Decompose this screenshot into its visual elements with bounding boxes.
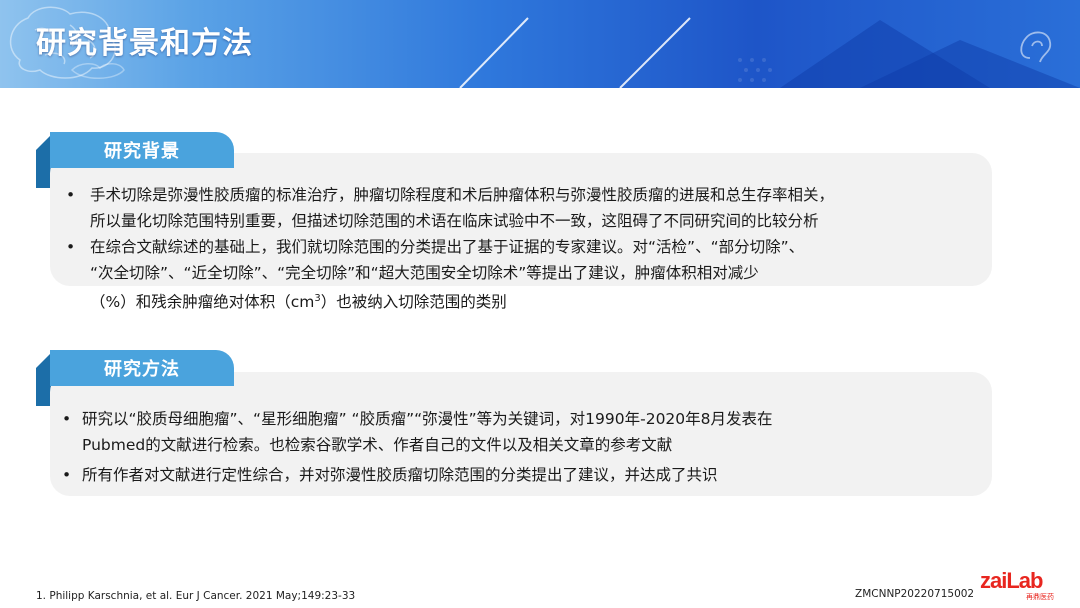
list-item: • 手术切除是弥漫性胶质瘤的标准治疗，肿瘤切除程度和术后肿瘤体积与弥漫性胶质瘤的… xyxy=(62,182,962,234)
section-tab-background: 研究背景 xyxy=(50,132,234,168)
bullet-marker: • xyxy=(62,466,72,484)
bullet-line: 手术切除是弥漫性胶质瘤的标准治疗，肿瘤切除程度和术后肿瘤体积与弥漫性胶质瘤的进展… xyxy=(90,186,835,204)
header-banner: 研究背景和方法 xyxy=(0,0,1080,88)
logo-text: zaiLab xyxy=(980,568,1043,593)
bullet-line: 所有作者对文献进行定性综合，并对弥漫性胶质瘤切除范围的分类提出了建议，并达成了共… xyxy=(82,466,718,484)
logo-subtext: 再鼎医药 xyxy=(1026,593,1054,601)
bullet-line: （%）和残余肿瘤绝对体积（cm xyxy=(90,293,315,312)
document-code: ZMCNNP20220715002 xyxy=(855,588,975,600)
bullet-marker: • xyxy=(66,186,76,204)
list-item: • 所有作者对文献进行定性综合，并对弥漫性胶质瘤切除范围的分类提出了建议，并达成… xyxy=(58,462,968,488)
bullet-line: 在综合文献综述的基础上，我们就切除范围的分类提出了基于证据的专家建议。对“活检”… xyxy=(90,238,805,256)
banner-streaks xyxy=(459,17,691,88)
bullet-line: 所以量化切除范围特别重要，但描述切除范围的术语在临床试验中不一致，这阻碍了不同研… xyxy=(90,212,819,230)
background-bullet-list: • 手术切除是弥漫性胶质瘤的标准治疗，肿瘤切除程度和术后肿瘤体积与弥漫性胶质瘤的… xyxy=(62,182,962,315)
bullet-marker: • xyxy=(66,238,76,256)
section-tab-methods: 研究方法 xyxy=(50,350,234,386)
methods-bullet-list: • 研究以“胶质母细胞瘤”、“星形细胞瘤” “胶质瘤”“弥漫性”等为关键词，对1… xyxy=(58,406,968,492)
bullet-line: Pubmed的文献进行检索。也检索谷歌学术、作者自己的文件以及相关文章的参考文献 xyxy=(82,436,673,454)
ear-icon xyxy=(1020,31,1052,63)
bullet-line: ）也被纳入切除范围的类别 xyxy=(320,293,507,312)
bullet-marker: • xyxy=(62,410,72,428)
reference-footnote: 1. Philipp Karschnia, et al. Eur J Cance… xyxy=(36,590,356,602)
list-item: • 研究以“胶质母细胞瘤”、“星形细胞瘤” “胶质瘤”“弥漫性”等为关键词，对1… xyxy=(58,406,968,458)
page-title: 研究背景和方法 xyxy=(36,26,253,61)
banner-dots xyxy=(738,58,772,82)
list-item: • 在综合文献综述的基础上，我们就切除范围的分类提出了基于证据的专家建议。对“活… xyxy=(62,234,962,315)
banner-shapes xyxy=(780,20,1080,88)
company-logo: zaiLab 再鼎医药 xyxy=(980,568,1060,602)
bullet-line: “次全切除”、“近全切除”、“完全切除”和“超大范围安全切除术”等提出了建议，肿… xyxy=(90,264,759,282)
bullet-line: 研究以“胶质母细胞瘤”、“星形细胞瘤” “胶质瘤”“弥漫性”等为关键词，对199… xyxy=(82,410,773,428)
